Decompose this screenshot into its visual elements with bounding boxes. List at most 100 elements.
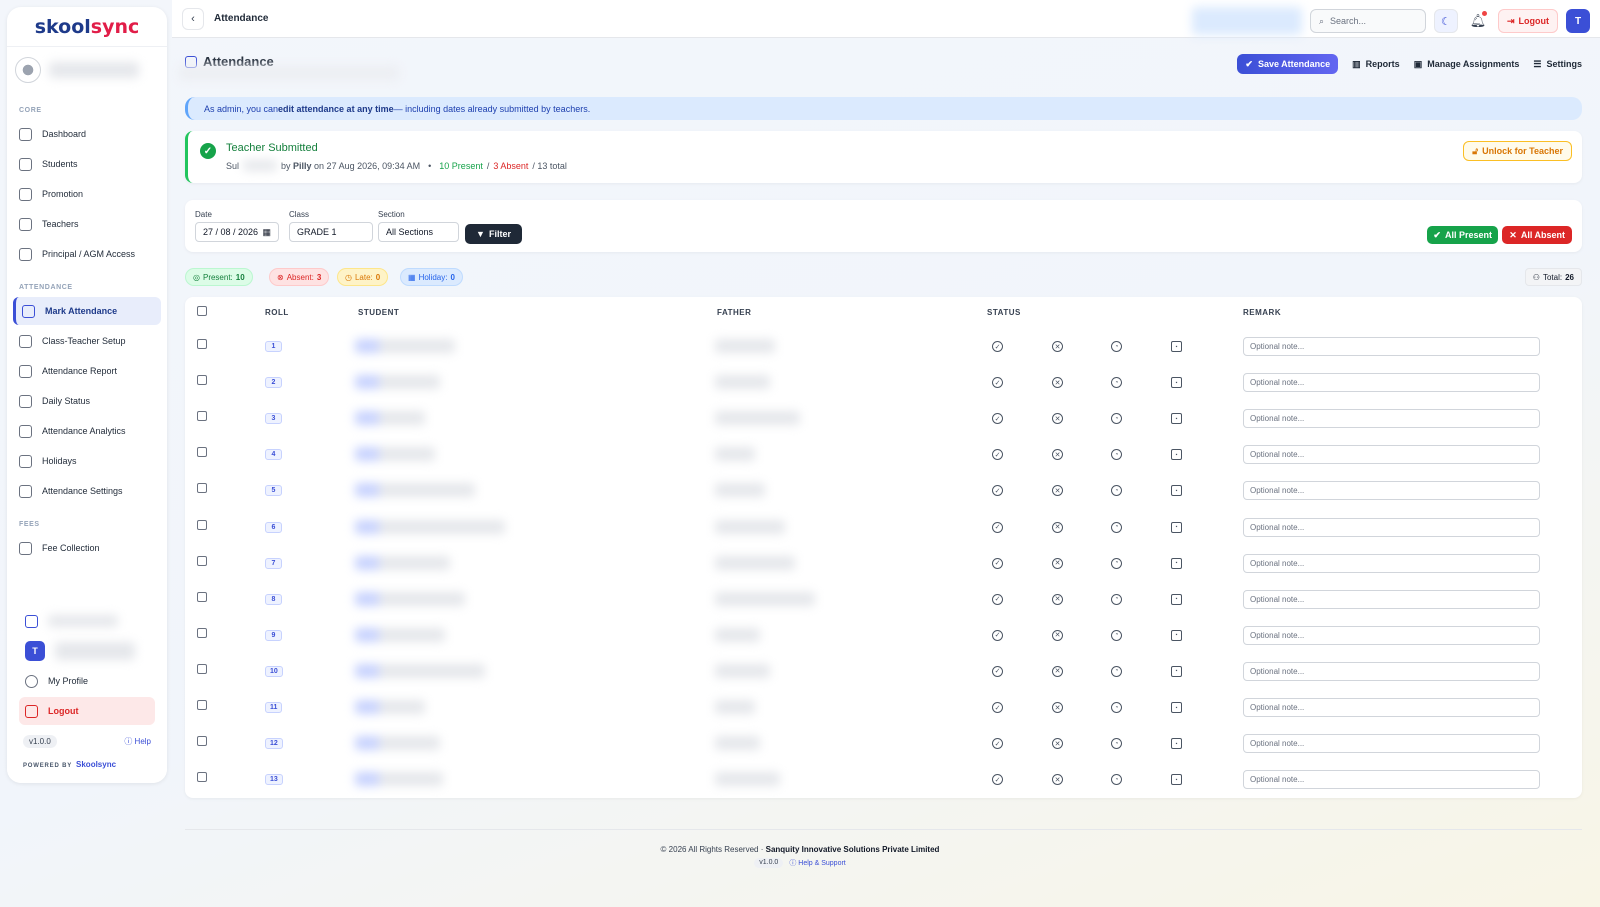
status-present-icon[interactable]: ✓ (992, 593, 1003, 605)
status-late-icon[interactable]: ◔ (1111, 702, 1122, 713)
user-avatar-button[interactable]: T (1566, 9, 1590, 33)
sidebar-logout-button[interactable]: Logout (19, 697, 155, 725)
remark-input[interactable]: Optional note... (1243, 517, 1540, 537)
section-select[interactable]: All Sections (378, 222, 459, 242)
status-present-icon[interactable]: ✓ (992, 774, 1003, 786)
status-present-icon[interactable]: ✓ (992, 413, 1003, 425)
status-late-icon[interactable]: ◔ (1111, 377, 1122, 389)
remark-input[interactable]: Optional note... (1243, 589, 1540, 609)
row-checkbox[interactable] (197, 700, 207, 710)
row-checkbox[interactable] (197, 447, 207, 458)
remark-input[interactable]: Optional note... (1243, 661, 1540, 681)
save-attendance-button[interactable]: ✔ Save Attendance (1237, 54, 1339, 74)
status-holiday-icon[interactable]: ▪ (1171, 702, 1182, 713)
status-present-icon[interactable]: ✓ (992, 665, 1003, 677)
remark-input[interactable]: Optional note... (1243, 445, 1540, 465)
remark-input[interactable]: Optional note... (1243, 337, 1540, 356)
status-absent-icon[interactable]: ✕ (1052, 449, 1063, 461)
status-absent-icon[interactable]: ✕ (1052, 521, 1063, 533)
settings-button[interactable]: ☰ Settings (1533, 59, 1582, 70)
sidebar-item-holidays[interactable]: Holidays (13, 447, 161, 475)
row-checkbox[interactable] (197, 736, 207, 747)
logout-button[interactable]: ⇥ Logout (1497, 9, 1558, 33)
status-present-icon[interactable]: ✓ (992, 738, 1003, 750)
status-present-icon[interactable]: ✓ (992, 629, 1003, 641)
status-late-icon[interactable]: ◔ (1111, 449, 1122, 461)
row-checkbox[interactable] (197, 375, 207, 386)
help-link[interactable]: ⓘ Help (124, 736, 151, 747)
school-switcher[interactable] (7, 47, 167, 93)
status-present-icon[interactable]: ✓ (992, 702, 1003, 713)
status-late-icon[interactable]: ◔ (1111, 521, 1122, 533)
remark-input[interactable]: Optional note... (1243, 373, 1540, 393)
status-holiday-icon[interactable]: ▪ (1171, 485, 1182, 497)
status-holiday-icon[interactable]: ▪ (1171, 377, 1182, 389)
reports-button[interactable]: ▥ Reports (1352, 59, 1400, 70)
user-card[interactable]: T (19, 637, 155, 665)
remark-input[interactable]: Optional note... (1243, 698, 1540, 717)
status-absent-icon[interactable]: ✕ (1052, 377, 1063, 389)
status-holiday-icon[interactable]: ▪ (1171, 521, 1182, 533)
remark-input[interactable]: Optional note... (1243, 481, 1540, 501)
date-input[interactable]: 27 / 08 / 2026 ▦ (195, 222, 279, 242)
unlock-for-teacher-button[interactable]: 🔓︎ Unlock for Teacher (1463, 141, 1572, 161)
status-absent-icon[interactable]: ✕ (1052, 557, 1063, 569)
status-late-icon[interactable]: ◔ (1111, 593, 1122, 605)
row-checkbox[interactable] (197, 339, 207, 349)
sidebar-item-fee-collection[interactable]: Fee Collection (13, 534, 161, 562)
status-holiday-icon[interactable]: ▪ (1171, 629, 1182, 641)
sidebar-item-attendance-settings[interactable]: Attendance Settings (13, 477, 161, 505)
sidebar-item-students[interactable]: Students (13, 150, 161, 178)
status-absent-icon[interactable]: ✕ (1052, 629, 1063, 641)
remark-input[interactable]: Optional note... (1243, 553, 1540, 573)
header-student[interactable]: STUDENT (358, 308, 399, 317)
status-present-icon[interactable]: ✓ (992, 449, 1003, 461)
status-late-icon[interactable]: ◔ (1111, 738, 1122, 750)
sidebar-item-redacted[interactable] (19, 607, 155, 635)
notifications-button[interactable]: 🔔︎ (1466, 9, 1490, 33)
status-absent-icon[interactable]: ✕ (1052, 665, 1063, 677)
status-present-icon[interactable]: ✓ (992, 557, 1003, 569)
status-holiday-icon[interactable]: ▪ (1171, 738, 1182, 750)
status-holiday-icon[interactable]: ▪ (1171, 665, 1182, 677)
status-holiday-icon[interactable]: ▪ (1171, 557, 1182, 569)
remark-input[interactable]: Optional note... (1243, 734, 1540, 754)
status-holiday-icon[interactable]: ▪ (1171, 341, 1182, 352)
status-absent-icon[interactable]: ✕ (1052, 738, 1063, 750)
status-holiday-icon[interactable]: ▪ (1171, 774, 1182, 786)
status-late-icon[interactable]: ◔ (1111, 629, 1122, 641)
sidebar-item-attendance-report[interactable]: Attendance Report (13, 357, 161, 385)
sidebar-item-teachers[interactable]: Teachers (13, 210, 161, 238)
status-absent-icon[interactable]: ✕ (1052, 593, 1063, 605)
row-checkbox[interactable] (197, 483, 207, 494)
theme-toggle-button[interactable]: ☾ (1433, 9, 1458, 33)
row-checkbox[interactable] (197, 627, 207, 638)
row-checkbox[interactable] (197, 663, 207, 674)
status-present-icon[interactable]: ✓ (992, 521, 1003, 533)
row-checkbox[interactable] (197, 555, 207, 566)
status-absent-icon[interactable]: ✕ (1052, 702, 1063, 713)
sidebar-item-dashboard[interactable]: Dashboard (13, 120, 161, 148)
remark-input[interactable]: Optional note... (1243, 409, 1540, 429)
status-holiday-icon[interactable]: ▪ (1171, 449, 1182, 461)
status-absent-icon[interactable]: ✕ (1052, 413, 1063, 425)
sidebar-my-profile[interactable]: My Profile (19, 667, 155, 695)
status-present-icon[interactable]: ✓ (992, 485, 1003, 497)
help-support-link[interactable]: ⓘ Help & Support (789, 858, 845, 868)
status-present-icon[interactable]: ✓ (992, 341, 1003, 352)
status-absent-icon[interactable]: ✕ (1052, 485, 1063, 497)
status-late-icon[interactable]: ◔ (1111, 485, 1122, 497)
row-checkbox[interactable] (197, 411, 207, 422)
status-holiday-icon[interactable]: ▪ (1171, 413, 1182, 425)
back-button[interactable]: ‹ (182, 7, 204, 30)
status-holiday-icon[interactable]: ▪ (1171, 593, 1182, 605)
status-absent-icon[interactable]: ✕ (1052, 341, 1063, 352)
status-present-icon[interactable]: ✓ (992, 377, 1003, 389)
row-checkbox[interactable] (197, 519, 207, 530)
search-input[interactable]: ⌕ Search... (1309, 9, 1426, 33)
status-late-icon[interactable]: ◔ (1111, 341, 1122, 352)
status-late-icon[interactable]: ◔ (1111, 774, 1122, 786)
status-late-icon[interactable]: ◔ (1111, 665, 1122, 677)
app-logo[interactable]: skool sync (7, 7, 167, 47)
sidebar-item-promotion[interactable]: Promotion (13, 180, 161, 208)
